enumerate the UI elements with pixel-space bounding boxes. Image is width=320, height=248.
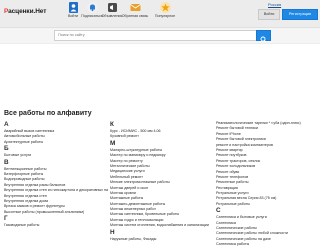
letter-heading: В xyxy=(4,158,9,166)
letter-heading: К xyxy=(110,121,114,128)
work-category-link[interactable]: Монтаж систем отопления, водоснабжения и… xyxy=(110,223,214,228)
letter-heading: Н xyxy=(110,228,115,236)
nav-popular-label: Популярное xyxy=(154,14,176,18)
letter-heading: Г xyxy=(4,215,8,223)
search-button[interactable] xyxy=(256,30,271,43)
top-header: Расценки.Нет Войти Подписаться Объявлени… xyxy=(0,0,320,28)
login-button[interactable]: Войти xyxy=(258,9,280,20)
work-category-link[interactable]: Внутренняя отделка стен из гипсокартона … xyxy=(4,188,108,193)
works-column-2: К Курс - ИСИМИС - 500 мм 4.06 Кузовной рем… xyxy=(110,121,214,242)
search-bar: Поиск по сайту xyxy=(0,28,320,44)
mail-icon xyxy=(129,4,141,11)
nav-feedback[interactable]: Обратная связь xyxy=(118,2,152,18)
search-icon xyxy=(260,36,267,43)
letter-heading: М xyxy=(110,139,116,147)
page-title: Все работы по алфавиту xyxy=(4,110,92,117)
works-column-3: Реаниматологические тарелки * т.уба (оди… xyxy=(216,121,320,248)
work-category-link[interactable]: Газоводяные работы xyxy=(4,223,108,228)
region-link[interactable]: Россия xyxy=(268,2,281,7)
letter-heading: А xyxy=(4,121,9,128)
search-input[interactable]: Поиск по сайту xyxy=(54,30,259,41)
site-logo[interactable]: Расценки.Нет xyxy=(4,8,46,15)
nav-popular[interactable]: Популярное xyxy=(148,2,182,18)
work-category-link[interactable]: Наружные работы, Фасады xyxy=(110,237,214,242)
nav-feedback-label: Обратная связь xyxy=(121,14,149,18)
megaphone-icon xyxy=(107,3,117,12)
works-column-1: А Аварийный вызов сантехника Автомобильные… xyxy=(4,121,108,228)
letter-heading: Б xyxy=(4,145,9,153)
star-icon xyxy=(159,2,171,13)
letter-heading: С xyxy=(216,207,221,215)
register-button[interactable]: Регистрация xyxy=(282,9,318,20)
